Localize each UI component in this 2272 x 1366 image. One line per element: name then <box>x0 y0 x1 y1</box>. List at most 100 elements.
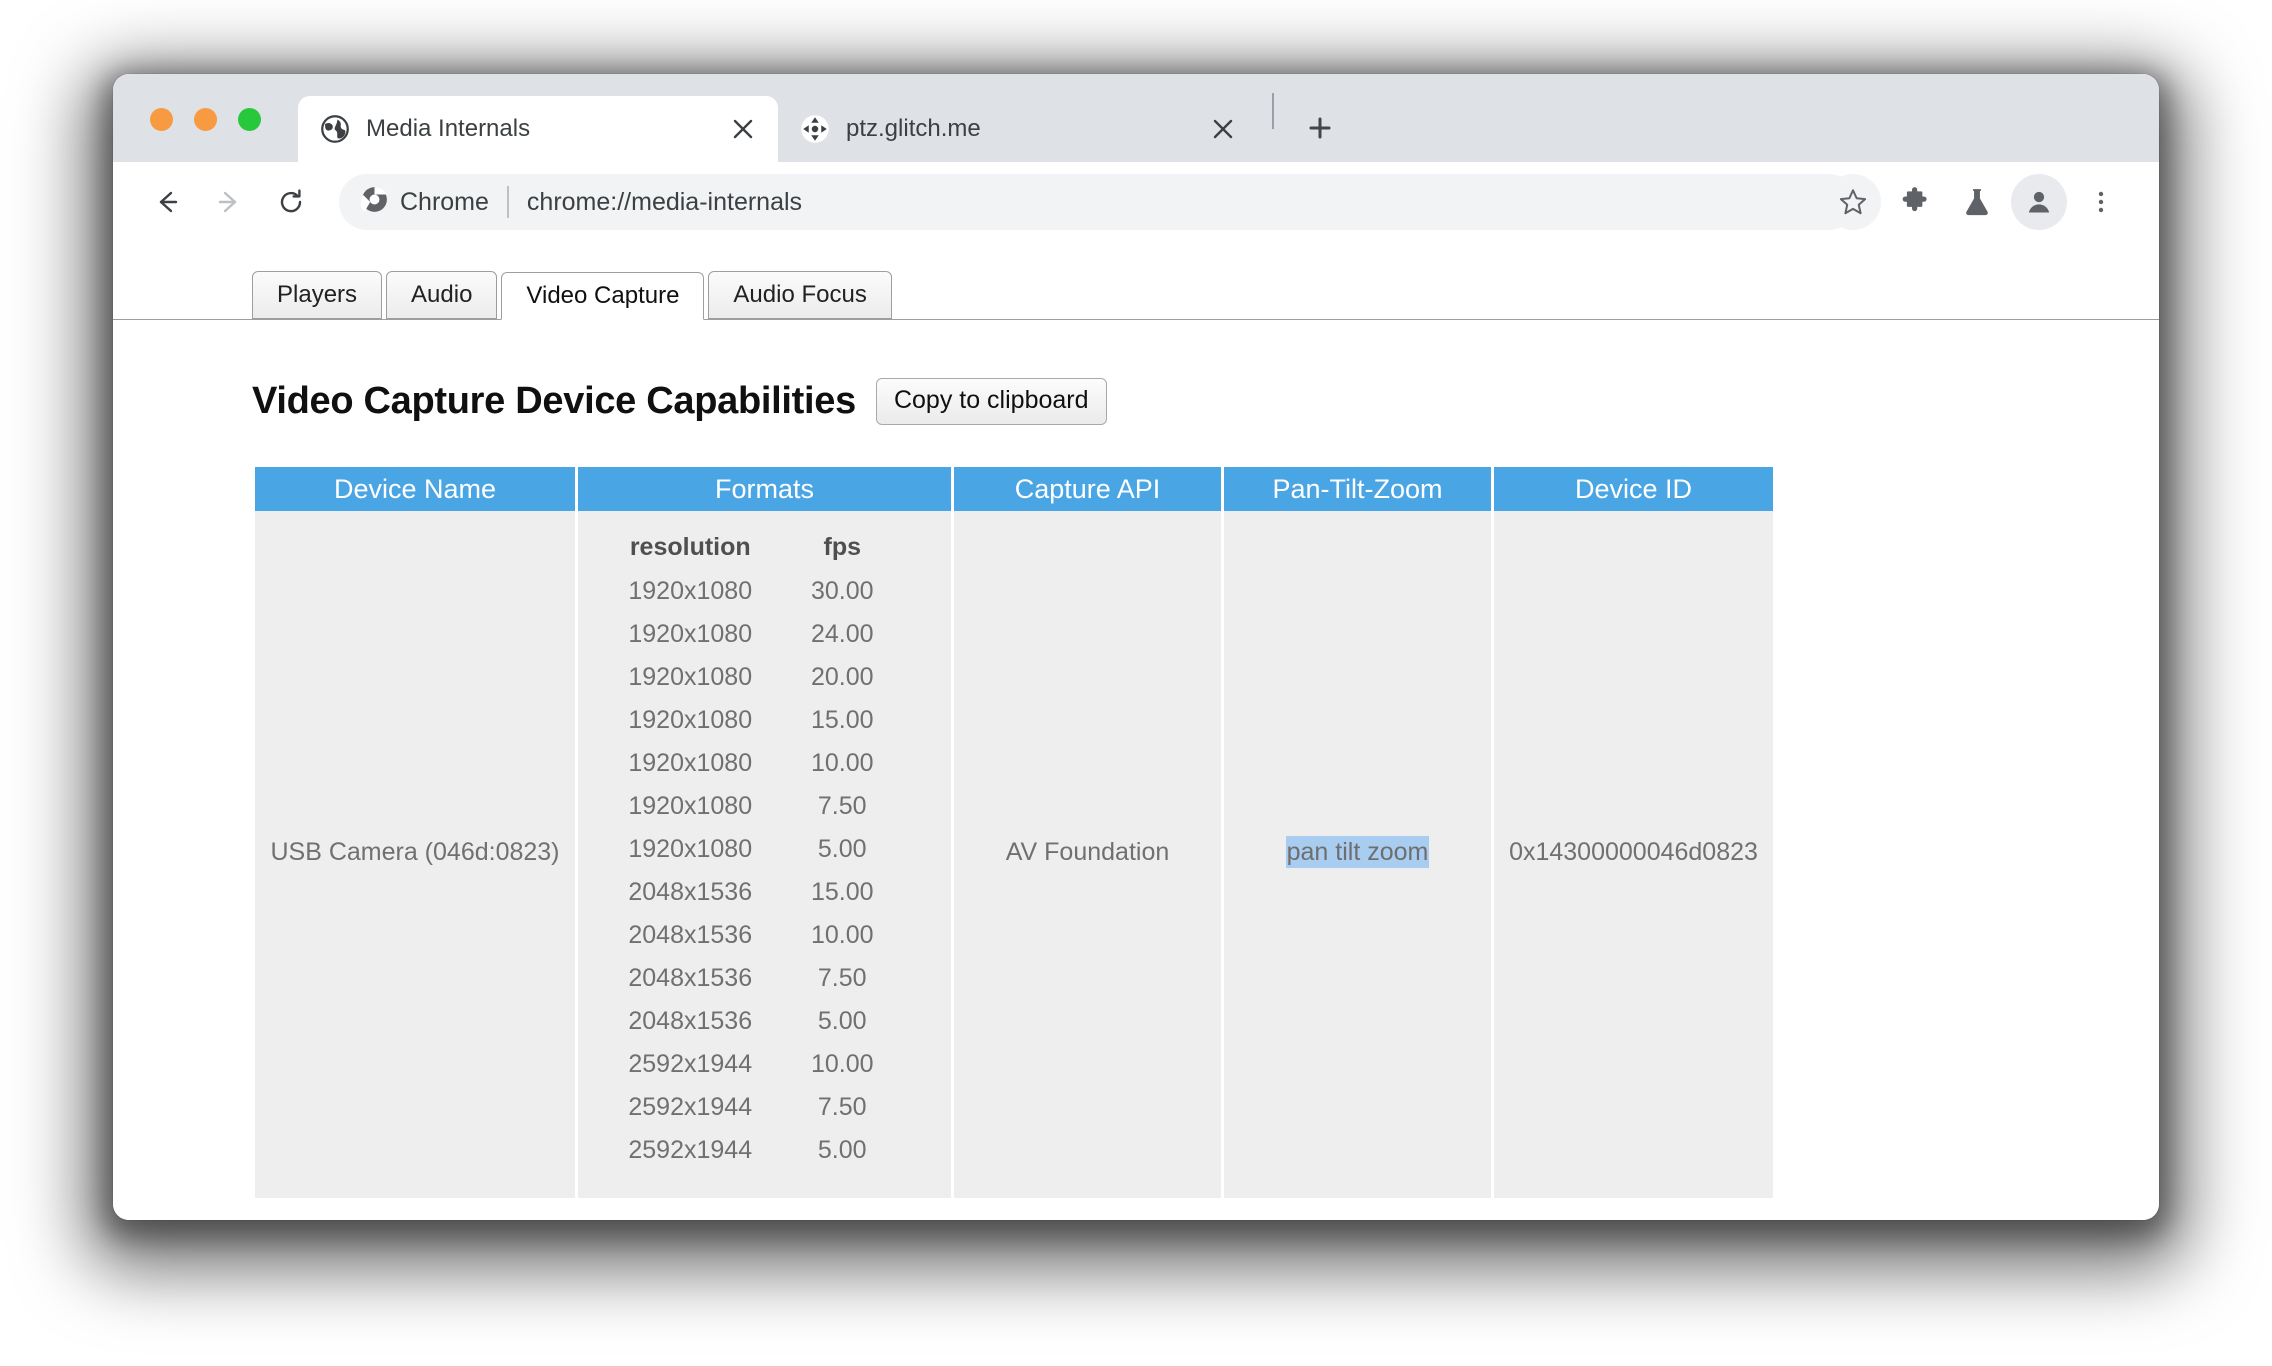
format-fps: 20.00 <box>810 663 874 691</box>
window-maximize-button[interactable] <box>238 108 261 131</box>
browser-tab-title: ptz.glitch.me <box>846 115 981 142</box>
cell-capture-api: AV Foundation <box>954 511 1221 1198</box>
tab-label: Players <box>277 281 358 308</box>
format-row: 1920x1080 24.00 <box>578 613 951 656</box>
browser-toolbar: Chrome chrome://media-internals <box>113 162 2159 242</box>
tab-separator <box>1272 93 1274 129</box>
browser-tab-media-internals[interactable]: Media Internals <box>298 96 778 162</box>
format-resolution: 2592x1944 <box>628 1093 753 1121</box>
format-fps: 5.00 <box>817 1007 867 1035</box>
format-row: 1920x1080 30.00 <box>578 570 951 613</box>
screen: Media Internals ptz.glitch.me Chrome chr… <box>0 0 2272 1366</box>
page-title: Video Capture Device Capabilities <box>252 380 856 422</box>
bookmark-star-icon[interactable] <box>1825 174 1881 230</box>
window-minimize-button[interactable] <box>194 108 217 131</box>
page-viewport: Players Audio Video Capture Audio Focus … <box>113 242 2159 1220</box>
tab-audio[interactable]: Audio <box>386 271 498 319</box>
format-row: 1920x1080 20.00 <box>578 656 951 699</box>
new-tab-button[interactable] <box>1296 104 1344 152</box>
table-header: Device Name Formats Capture API Pan-Tilt… <box>255 467 1773 511</box>
table-header-row: Device Name Formats Capture API Pan-Tilt… <box>255 467 1773 511</box>
experiments-flask-icon[interactable] <box>1949 174 2005 230</box>
cell-device-id: 0x14300000046d0823 <box>1494 511 1773 1198</box>
formats-column-header-resolution: resolution <box>629 533 751 561</box>
format-row: 1920x1080 7.50 <box>578 785 951 828</box>
address-bar[interactable]: Chrome chrome://media-internals <box>339 174 1857 230</box>
format-resolution: 2048x1536 <box>628 878 753 906</box>
format-fps: 7.50 <box>817 792 867 820</box>
chrome-logo-icon <box>360 186 388 218</box>
tab-label: Audio Focus <box>733 281 867 308</box>
format-row: 2048x1536 7.50 <box>578 957 951 1000</box>
format-fps: 10.00 <box>810 921 874 949</box>
table-row: USB Camera (046d:0823) resolution fps 19… <box>255 511 1773 1198</box>
formats-header-row: resolution fps <box>578 533 951 570</box>
video-capture-panel: Video Capture Device Capabilities Copy t… <box>113 378 2159 1198</box>
window-traffic-lights <box>150 108 261 131</box>
globe-icon <box>320 114 350 144</box>
omnibox-divider <box>506 186 509 218</box>
format-fps: 5.00 <box>817 835 867 863</box>
extensions-puzzle-icon[interactable] <box>1887 174 1943 230</box>
format-resolution: 2048x1536 <box>628 964 753 992</box>
format-resolution: 2048x1536 <box>628 921 753 949</box>
column-header-formats: Formats <box>578 467 951 511</box>
format-row: 2592x1944 10.00 <box>578 1043 951 1086</box>
tab-label: Video Capture <box>526 282 680 309</box>
back-button[interactable] <box>139 174 195 230</box>
format-row: 2592x1944 7.50 <box>578 1086 951 1129</box>
column-header-device-name: Device Name <box>255 467 575 511</box>
format-resolution: 1920x1080 <box>628 749 753 777</box>
format-fps: 15.00 <box>810 706 874 734</box>
close-icon[interactable] <box>1206 112 1240 146</box>
omnibox-url-text[interactable]: chrome://media-internals <box>527 188 802 217</box>
tab-players[interactable]: Players <box>252 271 383 319</box>
column-header-pan-tilt-zoom: Pan-Tilt-Zoom <box>1224 467 1491 511</box>
tab-video-capture[interactable]: Video Capture <box>501 272 705 320</box>
format-resolution: 2048x1536 <box>628 1007 753 1035</box>
window-close-button[interactable] <box>150 108 173 131</box>
tab-audio-focus[interactable]: Audio Focus <box>708 271 892 319</box>
format-fps: 5.00 <box>817 1136 867 1164</box>
format-resolution: 1920x1080 <box>628 577 753 605</box>
format-resolution: 2592x1944 <box>628 1050 753 1078</box>
formats-body: 1920x1080 30.00 1920x1080 24.00 1920x1080 20.… <box>578 570 951 1172</box>
format-row: 2592x1944 5.00 <box>578 1129 951 1172</box>
formats-column-header-fps: fps <box>823 533 862 561</box>
format-fps: 7.50 <box>817 964 867 992</box>
format-row: 1920x1080 15.00 <box>578 699 951 742</box>
browser-tabs: Media Internals ptz.glitch.me <box>298 74 1344 162</box>
format-resolution: 1920x1080 <box>628 835 753 863</box>
browser-tab-ptz-glitch-me[interactable]: ptz.glitch.me <box>778 96 1258 162</box>
format-fps: 10.00 <box>810 749 874 777</box>
forward-button[interactable] <box>201 174 257 230</box>
format-row: 2048x1536 5.00 <box>578 1000 951 1043</box>
format-row: 1920x1080 5.00 <box>578 828 951 871</box>
pan-tilt-zoom-selected-text: pan tilt zoom <box>1285 836 1430 868</box>
format-fps: 15.00 <box>810 878 874 906</box>
cell-formats: resolution fps 1920x1080 30.00 1920x1080 24… <box>578 511 951 1198</box>
format-row: 2048x1536 15.00 <box>578 871 951 914</box>
browser-tab-title: Media Internals <box>366 115 531 142</box>
media-internals-tabbar: Players Audio Video Capture Audio Focus <box>113 270 2159 320</box>
format-resolution: 1920x1080 <box>628 620 753 648</box>
cell-pan-tilt-zoom: pan tilt zoom <box>1224 511 1491 1198</box>
tab-label: Audio <box>411 281 473 308</box>
browser-tab-strip: Media Internals ptz.glitch.me <box>113 74 2159 162</box>
device-capabilities-table: Device Name Formats Capture API Pan-Tilt… <box>252 467 1776 1198</box>
reload-button[interactable] <box>263 174 319 230</box>
copy-to-clipboard-button[interactable]: Copy to clipboard <box>875 378 1107 425</box>
format-resolution: 1920x1080 <box>628 663 753 691</box>
page-heading-row: Video Capture Device Capabilities Copy t… <box>252 378 2159 425</box>
format-fps: 30.00 <box>810 577 874 605</box>
format-row: 1920x1080 10.00 <box>578 742 951 785</box>
cell-device-name: USB Camera (046d:0823) <box>255 511 575 1198</box>
browser-menu-icon[interactable] <box>2073 174 2129 230</box>
omnibox-chrome-chip: Chrome <box>360 186 489 218</box>
column-header-device-id: Device ID <box>1494 467 1773 511</box>
format-fps: 7.50 <box>817 1093 867 1121</box>
profile-avatar-icon[interactable] <box>2011 174 2067 230</box>
table-body: USB Camera (046d:0823) resolution fps 19… <box>255 511 1773 1198</box>
close-icon[interactable] <box>726 112 760 146</box>
browser-window: Media Internals ptz.glitch.me Chrome chr… <box>113 74 2159 1220</box>
